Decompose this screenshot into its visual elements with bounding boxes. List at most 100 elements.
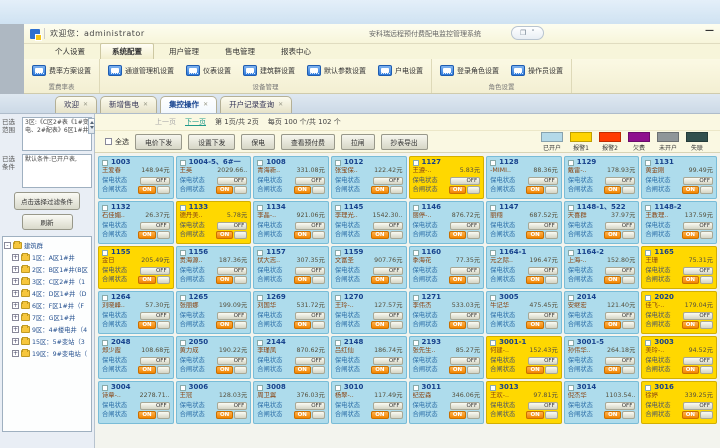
meter-card-2050[interactable]: 2050 黄力成 190.22元 保电状态 OFF 合闸状态 ON — [176, 336, 252, 379]
protect-off-toggle[interactable]: OFF — [373, 312, 403, 320]
switch-on-toggle[interactable]: ON — [371, 366, 388, 374]
switch-on-toggle[interactable]: ON — [526, 186, 543, 194]
meter-card-1146[interactable]: 1146 丽停-.. 876.72元 保电状态 OFF 合闸状态 ON — [409, 201, 485, 244]
card-checkbox[interactable] — [102, 340, 108, 346]
meter-card-1127[interactable]: 1127 王遵-.. 5.83元 保电状态 OFF 合闸状态 ON — [409, 156, 485, 199]
switch-on-toggle[interactable]: ON — [604, 366, 621, 374]
protect-off-toggle[interactable]: OFF — [373, 177, 403, 185]
switch-on-toggle[interactable]: ON — [604, 276, 621, 284]
doc-tab-集控操作[interactable]: 集控操作 ✕ — [160, 96, 217, 113]
select-all-checkbox[interactable] — [105, 138, 112, 145]
toolbar-button-保电[interactable]: 保电 — [241, 134, 275, 150]
protect-off-toggle[interactable]: OFF — [605, 312, 635, 320]
protect-off-toggle[interactable]: OFF — [140, 312, 170, 320]
prev-page-link[interactable]: 上一页 — [155, 117, 176, 127]
switch-on-toggle[interactable]: ON — [604, 321, 621, 329]
meter-card-1129[interactable]: 1129 戴雷-.. 178.93元 保电状态 OFF 合闸状态 ON — [564, 156, 640, 199]
tree-item[interactable]: + 7区：G区1#井 — [4, 311, 90, 323]
meter-card-1157[interactable]: 1157 伏大志.. 307.35元 保电状态 OFF 合闸状态 ON — [253, 246, 329, 289]
refresh-button[interactable]: 刷新 — [22, 214, 73, 230]
expand-icon[interactable]: + — [12, 254, 19, 261]
ribbon-tab-系统配置[interactable]: 系统配置 — [100, 43, 154, 59]
protect-off-toggle[interactable]: OFF — [528, 267, 558, 275]
protect-off-toggle[interactable]: OFF — [528, 357, 558, 365]
meter-card-1004-5、6#一[interactable]: 1004-5、6#一 王英 2029.66.. 保电状态 OFF 合闸状态 ON — [176, 156, 252, 199]
card-checkbox[interactable] — [568, 340, 574, 346]
protect-off-toggle[interactable]: OFF — [450, 222, 480, 230]
switch-on-toggle[interactable]: ON — [294, 186, 311, 194]
card-checkbox[interactable] — [180, 340, 186, 346]
meter-card-3011[interactable]: 3011 纪宏森 346.06元 保电状态 OFF 合闸状态 ON — [409, 381, 485, 424]
tree-item[interactable]: + 15区：5#变站（3 — [4, 335, 90, 347]
card-checkbox[interactable] — [257, 160, 263, 166]
card-checkbox[interactable] — [413, 295, 419, 301]
switch-on-toggle[interactable]: ON — [371, 186, 388, 194]
restore-icon[interactable]: ❐ — [520, 29, 526, 37]
meter-card-1128[interactable]: 1128 -MIMI.. 88.36元 保电状态 OFF 合闸状态 ON — [486, 156, 562, 199]
card-checkbox[interactable] — [257, 385, 263, 391]
filter-select-button[interactable]: 点击选择过滤条件 — [14, 192, 80, 210]
protect-off-toggle[interactable]: OFF — [295, 402, 325, 410]
protect-off-toggle[interactable]: OFF — [295, 312, 325, 320]
meter-card-3003[interactable]: 3003 美玲-.. 94.52元 保电状态 OFF 合闸状态 ON — [641, 336, 717, 379]
protect-off-toggle[interactable]: OFF — [528, 177, 558, 185]
card-checkbox[interactable] — [102, 205, 108, 211]
protect-off-toggle[interactable]: OFF — [528, 222, 558, 230]
ribbon-tab-用户管理[interactable]: 用户管理 — [158, 44, 210, 59]
ribbon-button-建筑群设置[interactable]: 建筑群设置 — [243, 65, 295, 76]
switch-on-toggle[interactable]: ON — [216, 231, 233, 239]
card-checkbox[interactable] — [335, 295, 341, 301]
meter-card-1145[interactable]: 1145 李理光.. 1542.30.. 保电状态 OFF 合闸状态 ON — [331, 201, 407, 244]
card-checkbox[interactable] — [490, 205, 496, 211]
expand-icon[interactable]: + — [12, 350, 19, 357]
meter-card-2048[interactable]: 2048 郑少霞 108.68元 保电状态 OFF 合闸状态 ON — [98, 336, 174, 379]
card-checkbox[interactable] — [568, 160, 574, 166]
switch-on-toggle[interactable]: ON — [294, 411, 311, 419]
protect-off-toggle[interactable]: OFF — [605, 177, 635, 185]
card-checkbox[interactable] — [490, 250, 496, 256]
switch-on-toggle[interactable]: ON — [294, 321, 311, 329]
ribbon-button-费率方案设置[interactable]: 费率方案设置 — [32, 65, 91, 76]
meter-card-1133[interactable]: 1133 德丹美.. 5.78元 保电状态 OFF 合闸状态 ON — [176, 201, 252, 244]
expand-icon[interactable]: + — [12, 278, 19, 285]
switch-on-toggle[interactable]: ON — [604, 411, 621, 419]
switch-on-toggle[interactable]: ON — [371, 231, 388, 239]
switch-on-toggle[interactable]: ON — [138, 366, 155, 374]
card-checkbox[interactable] — [413, 340, 419, 346]
meter-card-1165[interactable]: 1165 王珊 75.31元 保电状态 OFF 合闸状态 ON — [641, 246, 717, 289]
card-checkbox[interactable] — [490, 295, 496, 301]
protect-off-toggle[interactable]: OFF — [295, 222, 325, 230]
meter-card-1147[interactable]: 1147 丽翔 687.52元 保电状态 OFF 合闸状态 ON — [486, 201, 562, 244]
tree-item[interactable]: + 19区：9#变电站（ — [4, 347, 90, 359]
card-checkbox[interactable] — [180, 250, 186, 256]
tree-root[interactable]: - 建筑群 — [4, 239, 90, 251]
meter-card-1156[interactable]: 1156 贵海源.. 187.36元 保电状态 OFF 合闸状态 ON — [176, 246, 252, 289]
switch-on-toggle[interactable]: ON — [449, 186, 466, 194]
select-all[interactable]: 全选 — [105, 137, 129, 147]
expand-icon[interactable]: + — [12, 302, 19, 309]
meter-card-1008[interactable]: 1008 青海新.. 331.08元 保电状态 OFF 合闸状态 ON — [253, 156, 329, 199]
meter-card-1271[interactable]: 1271 李伟杰 533.03元 保电状态 OFF 合闸状态 ON — [409, 291, 485, 334]
switch-on-toggle[interactable]: ON — [526, 276, 543, 284]
expand-icon[interactable]: + — [12, 338, 19, 345]
meter-card-3001-5[interactable]: 3001-5 孙伟华.. 264.18元 保电状态 OFF 合闸状态 ON — [564, 336, 640, 379]
switch-on-toggle[interactable]: ON — [604, 186, 621, 194]
card-checkbox[interactable] — [335, 340, 341, 346]
switch-on-toggle[interactable]: ON — [682, 411, 699, 419]
card-checkbox[interactable] — [490, 385, 496, 391]
protect-off-toggle[interactable]: OFF — [528, 402, 558, 410]
meter-card-3005[interactable]: 3005 牛记华 475.45元 保电状态 OFF 合闸状态 ON — [486, 291, 562, 334]
protect-off-toggle[interactable]: OFF — [217, 222, 247, 230]
card-checkbox[interactable] — [645, 295, 651, 301]
protect-off-toggle[interactable]: OFF — [373, 357, 403, 365]
toolbar-button-设置下发[interactable]: 设置下发 — [188, 134, 235, 150]
switch-on-toggle[interactable]: ON — [526, 231, 543, 239]
switch-on-toggle[interactable]: ON — [138, 231, 155, 239]
meter-card-1160[interactable]: 1160 季海花 77.35元 保电状态 OFF 合闸状态 ON — [409, 246, 485, 289]
card-checkbox[interactable] — [413, 160, 419, 166]
meter-card-1265[interactable]: 1265 张丽娜 199.09元 保电状态 OFF 合闸状态 ON — [176, 291, 252, 334]
protect-off-toggle[interactable]: OFF — [373, 402, 403, 410]
expand-icon[interactable]: + — [12, 290, 19, 297]
meter-card-1164-2[interactable]: 1164-2 上海-.. 152.80元 保电状态 OFF 合闸状态 ON — [564, 246, 640, 289]
protect-off-toggle[interactable]: OFF — [140, 222, 170, 230]
